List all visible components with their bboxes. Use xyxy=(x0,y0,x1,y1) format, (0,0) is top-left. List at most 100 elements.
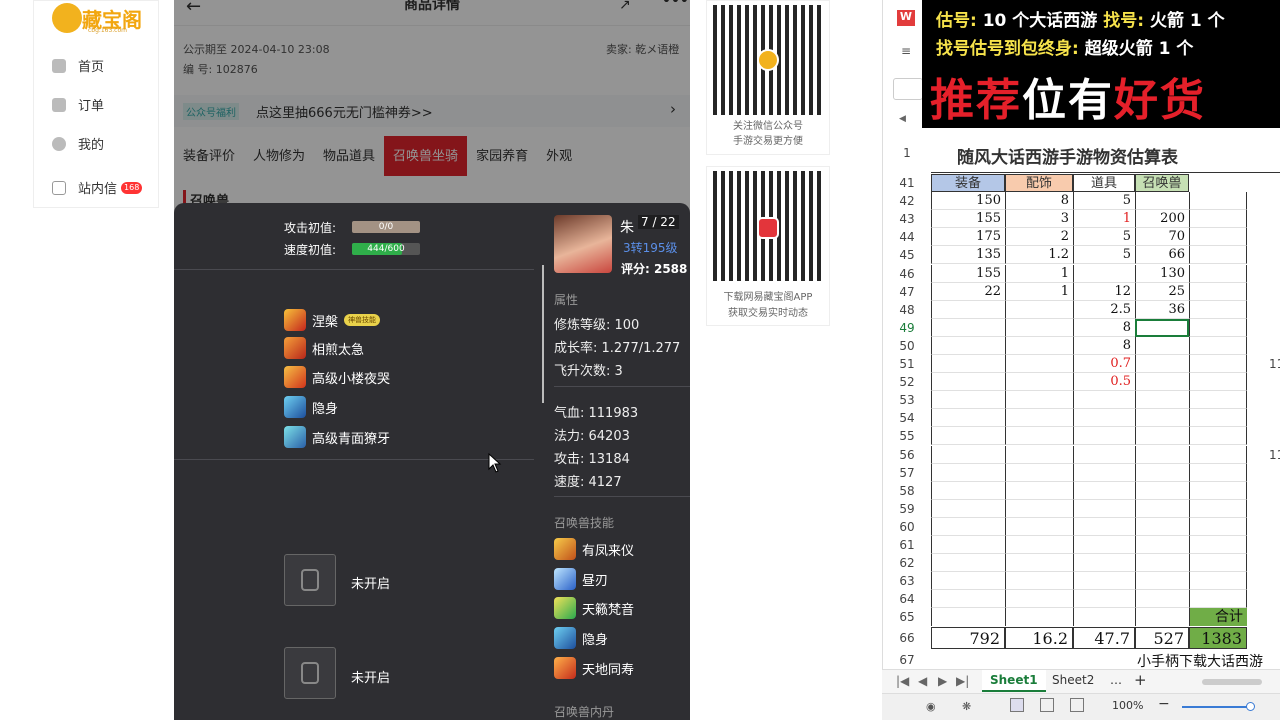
row-number[interactable]: 52 xyxy=(883,375,931,389)
row-number[interactable]: 47 xyxy=(883,285,931,299)
table-cell[interactable] xyxy=(1135,445,1189,464)
table-cell[interactable] xyxy=(1073,499,1135,518)
table-cell[interactable]: 155 xyxy=(931,210,1005,229)
table-cell[interactable] xyxy=(1189,318,1247,337)
table-cell[interactable] xyxy=(1189,409,1247,428)
page-break-icon[interactable] xyxy=(1070,698,1084,712)
row-number[interactable]: 51 xyxy=(883,357,931,371)
tab-sheet1[interactable]: Sheet1 xyxy=(982,670,1046,692)
tab-sheet2[interactable]: Sheet2 xyxy=(1044,673,1102,687)
table-cell[interactable] xyxy=(1073,572,1135,591)
table-cell[interactable] xyxy=(1135,554,1189,573)
app-qr-card[interactable]: 下载网易藏宝阁APP 获取交易实时动态 xyxy=(706,166,830,326)
skill-qingmian[interactable]: 高级青面獠牙 xyxy=(284,426,390,448)
skill-xiangjian[interactable]: 相煎太急 xyxy=(284,337,364,359)
table-cell[interactable]: 175 xyxy=(931,228,1005,247)
skill-youfeng[interactable]: 有凤来仪 xyxy=(554,538,634,560)
table-cell[interactable] xyxy=(1135,499,1189,518)
table-cell[interactable] xyxy=(931,463,1005,482)
table-cell[interactable] xyxy=(1073,409,1135,428)
table-cell[interactable]: 66 xyxy=(1135,246,1189,265)
table-cell[interactable] xyxy=(1189,499,1247,518)
table-cell[interactable] xyxy=(1135,409,1189,428)
table-cell[interactable]: 5 xyxy=(1073,192,1135,211)
row-number[interactable]: 55 xyxy=(883,429,931,443)
row-number[interactable]: 45 xyxy=(883,248,931,262)
add-sheet-icon[interactable]: + xyxy=(1134,671,1147,689)
table-cell[interactable]: 22 xyxy=(931,282,1005,301)
total-cell[interactable]: 47.7 xyxy=(1073,626,1135,649)
table-cell[interactable] xyxy=(931,355,1005,374)
table-cell[interactable]: 200 xyxy=(1135,210,1189,229)
table-cell[interactable]: 25 xyxy=(1135,282,1189,301)
row-number[interactable]: 59 xyxy=(883,502,931,516)
table-cell[interactable]: 5 xyxy=(1073,228,1135,247)
table-cell[interactable] xyxy=(1005,481,1073,500)
total-cell[interactable]: 527 xyxy=(1135,626,1189,649)
row-number[interactable]: 60 xyxy=(883,520,931,534)
table-cell[interactable] xyxy=(1135,572,1189,591)
table-cell[interactable] xyxy=(1189,427,1247,446)
table-cell[interactable] xyxy=(1073,391,1135,410)
table-cell[interactable] xyxy=(1135,536,1189,555)
table-cell[interactable] xyxy=(931,445,1005,464)
horizontal-scrollbar[interactable] xyxy=(1202,679,1262,685)
row-number[interactable]: 54 xyxy=(883,411,931,425)
sidebar-item-orders[interactable]: 订单 xyxy=(52,95,104,114)
total-cell[interactable]: 1383 xyxy=(1189,626,1247,649)
table-cell[interactable] xyxy=(1189,192,1247,211)
table-cell[interactable] xyxy=(1005,300,1073,319)
row-number[interactable]: 58 xyxy=(883,484,931,498)
table-cell[interactable] xyxy=(1073,427,1135,446)
table-cell[interactable]: 3 xyxy=(1005,210,1073,229)
table-cell[interactable] xyxy=(1005,554,1073,573)
table-cell[interactable] xyxy=(1189,554,1247,573)
header-cell[interactable]: 配饰 xyxy=(1005,174,1073,193)
table-cell[interactable] xyxy=(1005,355,1073,374)
table-cell[interactable]: 12 xyxy=(1073,282,1135,301)
table-cell[interactable] xyxy=(1135,517,1189,536)
skill-zhouren[interactable]: 昼刃 xyxy=(554,568,608,590)
table-cell[interactable]: 8 xyxy=(1073,318,1135,337)
header-cell[interactable]: 装备 xyxy=(931,174,1005,193)
table-cell[interactable] xyxy=(931,427,1005,446)
table-cell[interactable] xyxy=(1189,481,1247,500)
table-cell[interactable] xyxy=(1135,427,1189,446)
row-number[interactable]: 46 xyxy=(883,267,931,281)
row-number[interactable]: 53 xyxy=(883,393,931,407)
table-cell[interactable]: 5 xyxy=(1073,246,1135,265)
table-cell[interactable] xyxy=(1005,391,1073,410)
table-cell[interactable] xyxy=(1135,463,1189,482)
skill-tianlai[interactable]: 天籁梵音 xyxy=(554,597,634,619)
table-cell[interactable] xyxy=(1073,463,1135,482)
table-cell[interactable] xyxy=(1005,572,1073,591)
row-number[interactable]: 44 xyxy=(883,230,931,244)
row-number[interactable]: 61 xyxy=(883,538,931,552)
more-sheets-icon[interactable]: … xyxy=(1110,673,1122,687)
table-cell[interactable]: 2.5 xyxy=(1073,300,1135,319)
selected-cell[interactable] xyxy=(1135,318,1189,337)
table-cell[interactable]: 0.5 xyxy=(1073,373,1135,392)
header-cell[interactable]: 召唤兽 xyxy=(1135,174,1189,193)
row-number[interactable]: 65 xyxy=(883,610,931,624)
last-sheet-icon[interactable]: ▶| xyxy=(956,674,969,688)
settings-icon[interactable]: ❋ xyxy=(962,700,971,713)
table-cell[interactable] xyxy=(1189,536,1247,555)
table-cell[interactable] xyxy=(931,590,1005,609)
table-cell[interactable] xyxy=(1135,391,1189,410)
skill-nirvana[interactable]: 涅槃 神兽技能 xyxy=(284,309,381,331)
table-cell[interactable] xyxy=(1189,572,1247,591)
row-number[interactable]: 63 xyxy=(883,574,931,588)
table-cell[interactable] xyxy=(931,373,1005,392)
table-cell[interactable]: 130 xyxy=(1135,264,1189,283)
table-cell[interactable]: 1 xyxy=(1073,210,1135,229)
table-cell[interactable] xyxy=(1189,445,1247,464)
table-cell[interactable] xyxy=(931,499,1005,518)
table-cell[interactable] xyxy=(931,318,1005,337)
row-number[interactable]: 67 xyxy=(883,653,931,667)
header-cell[interactable]: 道具 xyxy=(1073,174,1135,193)
table-cell[interactable] xyxy=(931,536,1005,555)
table-cell[interactable] xyxy=(1135,192,1189,211)
table-cell[interactable] xyxy=(1073,517,1135,536)
wechat-qr-card[interactable]: 关注微信公众号 手游交易更方便 xyxy=(706,0,830,155)
